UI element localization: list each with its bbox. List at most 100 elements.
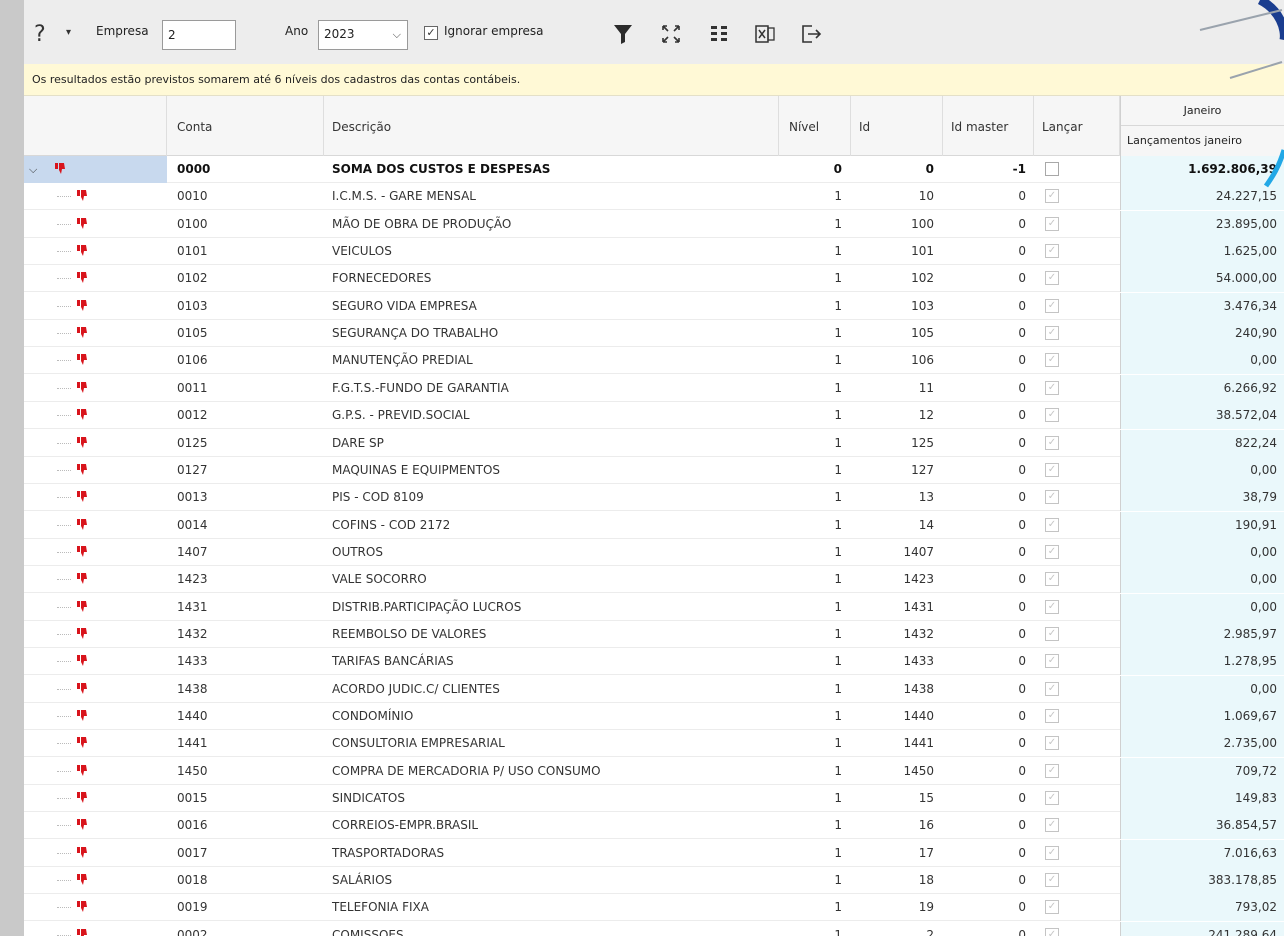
lancar-checkbox[interactable]: ✓ [1045,544,1059,559]
header-id-master[interactable]: Id master [943,96,1034,156]
conta-cell: 1440 [177,709,208,723]
excel-export-icon[interactable] [754,22,776,46]
header-nivel[interactable]: Nível [779,96,851,156]
value-cell: 149,83 [1235,791,1277,806]
table-row[interactable]: 0019 TELEFONIA FIXA 1 19 0 ✓ 793,02 [24,894,1284,922]
conta-cell: 1450 [177,763,208,778]
filter-icon[interactable] [612,22,634,46]
conta-cell: 1433 [177,654,208,669]
lancar-checkbox[interactable]: ✓ [1045,244,1059,259]
table-row[interactable]: 0014 COFINS - COD 2172 1 14 0 ✓ 190,91 [24,511,1284,539]
table-row[interactable]: 1423 VALE SOCORRO 1 1423 0 ✓ 0,00 [24,566,1284,594]
header-lancar[interactable]: Lançar [1034,96,1120,156]
lancar-checkbox[interactable]: ✓ [1045,845,1059,860]
lancar-checkbox[interactable]: ✓ [1045,900,1059,915]
lancar-checkbox[interactable]: ✓ [1045,572,1059,587]
table-row[interactable]: 0016 CORREIOS-EMPR.BRASIL 1 16 0 ✓ 36.854,57 [24,812,1284,840]
exit-icon[interactable] [800,22,822,46]
table-row[interactable]: 1407 OUTROS 1 1407 0 ✓ 0,00 [24,538,1284,566]
lancar-checkbox[interactable]: ✓ [1045,435,1059,450]
empresa-input[interactable] [162,20,236,50]
lancar-checkbox[interactable]: ✓ [1045,326,1059,341]
id-master-cell: 0 [1018,763,1026,778]
lancar-checkbox[interactable]: ✓ [1045,709,1059,723]
lancar-checkbox[interactable]: ✓ [1045,818,1059,833]
help-button[interactable]: ? [34,22,46,47]
lancar-checkbox[interactable]: ✓ [1045,517,1059,532]
lancar-checkbox[interactable]: ✓ [1045,408,1059,423]
lancar-checkbox[interactable]: ✓ [1045,380,1059,395]
table-row[interactable]: 0127 MAQUINAS E EQUIPMENTOS 1 127 0 ✓ 0,00 [24,456,1284,484]
table-row[interactable]: 1432 REEMBOLSO DE VALORES 1 1432 0 ✓ 2.985,97 [24,620,1284,648]
table-row[interactable]: 0125 DARE SP 1 125 0 ✓ 822,24 [24,429,1284,457]
id-cell: 102 [911,271,934,286]
header-id[interactable]: Id [851,96,943,156]
lancar-checkbox[interactable]: ✓ [1045,462,1059,477]
expand-icon[interactable] [660,22,682,46]
table-row[interactable]: 1433 TARIFAS BANCÁRIAS 1 1433 0 ✓ 1.278,95 [24,648,1284,676]
descricao-cell: TARIFAS BANCÁRIAS [332,654,454,669]
value-cell: 2.985,97 [1223,626,1277,641]
tree-column-header[interactable] [24,96,167,156]
table-row-root[interactable]: ⌵ 0000 SOMA DOS CUSTOS E DESPESAS 0 0 -1… [24,156,1284,183]
lancar-checkbox[interactable]: ✓ [1045,626,1059,641]
help-dropdown-icon[interactable]: ▾ [66,27,71,38]
lancar-checkbox[interactable]: ✓ [1045,681,1059,696]
lancar-checkbox[interactable]: ✓ [1045,599,1059,614]
table-row[interactable]: 0106 MANUTENÇÃO PREDIAL 1 106 0 ✓ 0,00 [24,347,1284,375]
lancar-checkbox[interactable]: ✓ [1045,654,1059,669]
lancar-checkbox[interactable]: ✓ [1045,736,1059,751]
id-master-cell: 0 [1018,572,1026,587]
value-cell-bg: 0,00 [1120,538,1284,566]
table-row[interactable]: 0017 TRASPORTADORAS 1 17 0 ✓ 7.016,63 [24,839,1284,867]
table-row[interactable]: 1441 CONSULTORIA EMPRESARIAL 1 1441 0 ✓ 2.735,… [24,730,1284,758]
lancar-checkbox[interactable]: ✓ [1045,298,1059,313]
ignorar-empresa-checkbox[interactable]: ✓ [424,26,438,40]
id-master-cell: 0 [1018,927,1026,936]
lancar-checkbox[interactable]: ✓ [1045,490,1059,505]
conta-cell: 0019 [177,900,208,915]
table-row[interactable]: 0101 VEICULOS 1 101 0 ✓ 1.625,00 [24,238,1284,266]
lancar-checkbox[interactable]: ✓ [1045,873,1059,888]
lancar-checkbox[interactable]: ✓ [1045,271,1059,286]
table-row[interactable]: 0105 SEGURANÇA DO TRABALHO 1 105 0 ✓ 240,90 [24,320,1284,348]
table-row[interactable]: 0011 F.G.T.S.-FUNDO DE GARANTIA 1 11 0 ✓ 6.266… [24,374,1284,402]
table-row[interactable]: 0010 I.C.M.S. - GARE MENSAL 1 10 0 ✓ 24.227,15 [24,183,1284,211]
descricao-cell: DARE SP [332,435,384,450]
lancar-checkbox[interactable]: ✓ [1045,763,1059,778]
thumbs-down-icon [55,163,65,174]
collapse-icon[interactable] [708,22,730,46]
lancar-checkbox[interactable]: ✓ [1045,189,1059,204]
conta-cell: 0002 [177,927,208,936]
table-row[interactable]: 1431 DISTRIB.PARTICIPAÇÃO LUCROS 1 1431 0 ✓ 0,… [24,593,1284,621]
table-row[interactable]: 0012 G.P.S. - PREVID.SOCIAL 1 12 0 ✓ 38.572,04 [24,402,1284,430]
value-cell: 709,72 [1235,763,1277,778]
table-row[interactable]: 0002 COMISSOES 1 2 0 ✓ 241.289,64 [24,921,1284,936]
id-cell: 16 [918,818,934,833]
table-row[interactable]: 1438 ACORDO JUDIC.C/ CLIENTES 1 1438 0 ✓ 0,00 [24,675,1284,703]
table-row[interactable]: 0018 SALÁRIOS 1 18 0 ✓ 383.178,85 [24,867,1284,895]
table-row[interactable]: 0100 MÃO DE OBRA DE PRODUÇÃO 1 100 0 ✓ 23.895,… [24,210,1284,238]
header-month[interactable]: Janeiro Lançamentos janeiro [1120,96,1284,156]
lancar-checkbox[interactable]: ✓ [1045,216,1059,231]
value-cell: 7.016,63 [1223,845,1277,860]
ano-value: 2023 [324,27,355,41]
table-row[interactable]: 1440 CONDOMÍNIO 1 1440 0 ✓ 1.069,67 [24,703,1284,730]
table-row[interactable]: 1450 COMPRA DE MERCADORIA P/ USO CONSUMO 1… [24,757,1284,785]
table-row[interactable]: 0013 PIS - COD 8109 1 13 0 ✓ 38,79 [24,484,1284,512]
chevron-down-icon[interactable]: ⌵ [29,156,37,183]
toolbar: ? ▾ Empresa Ano 2023 ⌵ ✓ Ignorar empresa [24,0,1284,64]
id-cell: 13 [918,490,934,505]
lancar-checkbox[interactable]: ✓ [1045,353,1059,368]
table-row[interactable]: 0103 SEGURO VIDA EMPRESA 1 103 0 ✓ 3.476,34 [24,292,1284,320]
ignorar-empresa-label: Ignorar empresa [444,24,544,38]
lancar-checkbox[interactable]: ✓ [1045,927,1059,936]
table-row[interactable]: 0102 FORNECEDORES 1 102 0 ✓ 54.000,00 [24,265,1284,293]
lancar-checkbox[interactable]: ✓ [1045,791,1059,806]
ano-select[interactable]: 2023 ⌵ [318,20,408,50]
header-descricao[interactable]: Descrição [324,96,779,156]
lancar-checkbox[interactable] [1045,162,1059,176]
header-conta[interactable]: Conta [167,96,324,156]
nivel-cell: 1 [834,271,842,286]
table-row[interactable]: 0015 SINDICATOS 1 15 0 ✓ 149,83 [24,785,1284,813]
